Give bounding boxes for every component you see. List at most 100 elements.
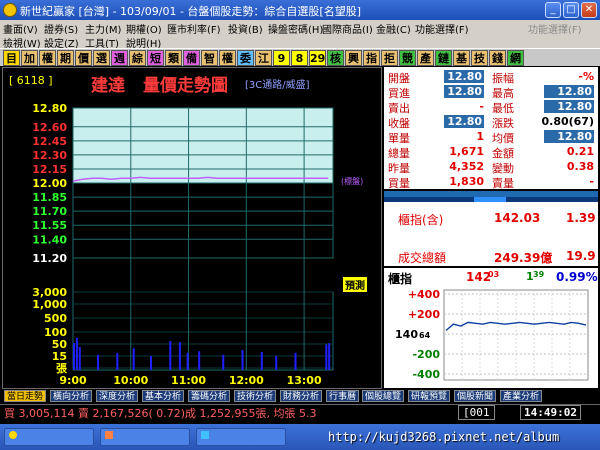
- analysis-tabs: 當日走勢 橫向分析 深度分析 基本分析 籌碼分析 技術分析 財務分析 行事曆 個…: [0, 390, 600, 402]
- tab-horizontal[interactable]: 橫向分析: [50, 390, 93, 402]
- tab-chips[interactable]: 籌碼分析: [188, 390, 231, 402]
- quote-value-sell-vol: -: [589, 175, 594, 188]
- toolbar: 目 加 權 期 價 選 週 綜 短 類 備 智 權 委 江 9 8 29 核 興…: [0, 48, 600, 66]
- toolbar-button-3[interactable]: 期: [57, 50, 74, 66]
- toolbar-button-19[interactable]: 興: [345, 50, 362, 66]
- volume-bar: [198, 351, 201, 370]
- toolbar-button-16[interactable]: 8: [291, 50, 308, 66]
- mini-tick-label: -400: [412, 368, 440, 381]
- price-volume-chart-panel: [ 6118 ] 建達 量價走勢圖 [3C通路/威盛] (標盤) 預測 12.8…: [2, 67, 382, 389]
- quote-value-amplitude: -%: [578, 70, 594, 83]
- index-value: 142.03: [494, 211, 541, 225]
- quote-label-amplitude: 振幅: [492, 72, 514, 85]
- toolbar-button-23[interactable]: 產: [417, 50, 434, 66]
- maximize-button[interactable]: □: [563, 2, 579, 18]
- toolbar-button-22[interactable]: 競: [399, 50, 416, 66]
- mini-center-value-decimals: 64: [419, 331, 431, 340]
- market-ticker: 買 3,005,114 賣 2,167,526( 0.72)成 1,252,95…: [4, 407, 317, 420]
- watermark-url: http://kujd3268.pixnet.net/album: [328, 430, 560, 444]
- mini-tick-label: +400: [408, 288, 441, 301]
- toolbar-button-0[interactable]: 目: [3, 50, 20, 66]
- toolbar-button-24[interactable]: 鏈: [435, 50, 452, 66]
- tab-research[interactable]: 研報預覽: [408, 390, 451, 402]
- tab-industry[interactable]: 產業分析: [500, 390, 543, 402]
- volume-bar: [328, 343, 331, 370]
- quote-value-buy-vol: 1,830: [449, 175, 484, 188]
- toolbar-button-28[interactable]: 網: [507, 50, 524, 66]
- toolbar-button-18[interactable]: 核: [327, 50, 344, 66]
- toolbar-button-12[interactable]: 權: [219, 50, 236, 66]
- tab-depth[interactable]: 深度分析: [96, 390, 139, 402]
- app-logo-icon: [3, 3, 17, 17]
- toolbar-button-14[interactable]: 江: [255, 50, 272, 66]
- toolbar-button-26[interactable]: 技: [471, 50, 488, 66]
- title-bar: 新世紀贏家 [台灣] - 103/09/01 - 台盤個股走勢：綜合自選股[名望…: [0, 0, 600, 20]
- volume-tick-label: 500: [44, 312, 67, 325]
- page-indicator[interactable]: [001: [458, 405, 495, 420]
- toolbar-button-25[interactable]: 基: [453, 50, 470, 66]
- toolbar-button-17[interactable]: 29: [309, 50, 326, 66]
- toolbar-button-15[interactable]: 9: [273, 50, 290, 66]
- volume-bar: [186, 352, 189, 370]
- menu-bar-secondary: 檢視(W) 設定(Z) 工具(T) 說明(H): [0, 34, 600, 50]
- quote-label-high: 最高: [492, 87, 514, 100]
- toolbar-button-6[interactable]: 週: [111, 50, 128, 66]
- quote-label-ask: 賣出: [388, 102, 410, 115]
- index-volume-label: 成交總額: [398, 251, 447, 265]
- toolbar-button-21[interactable]: 拒: [381, 50, 398, 66]
- taskbar-item-2[interactable]: [100, 428, 190, 446]
- price-tick-label: 12.60: [32, 121, 67, 134]
- taskbar-item-1[interactable]: [4, 428, 94, 446]
- quote-label-close: 收盤: [388, 117, 410, 130]
- chart-canvas: 12.80 12.6012.4512.3012.1512.0011.8511.70…: [32, 102, 334, 387]
- quote-label-buy-vol: 買量: [388, 177, 410, 190]
- toolbar-button-5[interactable]: 選: [93, 50, 110, 66]
- tab-financial[interactable]: 財務分析: [280, 390, 323, 402]
- volume-bar: [97, 354, 100, 370]
- volume-bar: [75, 337, 78, 370]
- toolbar-button-20[interactable]: 指: [363, 50, 380, 66]
- toolbar-button-10[interactable]: 備: [183, 50, 200, 66]
- quote-label-avg: 均價: [492, 132, 514, 145]
- quote-label-open: 開盤: [388, 72, 410, 85]
- tab-overview[interactable]: 個股總覽: [362, 390, 405, 402]
- price-tick-label: 12.45: [32, 135, 67, 148]
- toolbar-button-7[interactable]: 綜: [129, 50, 146, 66]
- quote-label-turnover: 變動: [492, 162, 514, 175]
- quote-label-low: 最低: [492, 102, 514, 115]
- volume-bar: [260, 352, 263, 370]
- index-mini-chart: 櫃指 142 03 1 39 0.99% +400 +200 -200 -400 140…: [384, 268, 598, 388]
- tab-fundamental[interactable]: 基本分析: [142, 390, 185, 402]
- toolbar-button-13[interactable]: 委: [237, 50, 254, 66]
- toolbar-button-27[interactable]: 錢: [489, 50, 506, 66]
- tab-technical[interactable]: 技術分析: [234, 390, 277, 402]
- index-label: 櫃指(含): [398, 213, 444, 227]
- mini-chart-canvas: +400 +200 -200 -400 140 64: [395, 288, 589, 381]
- price-tick-label: 11.40: [32, 233, 67, 246]
- tab-intraday[interactable]: 當日走勢: [4, 390, 47, 402]
- quote-value-change: 0.80(67): [541, 115, 594, 128]
- taskbar-item-3[interactable]: [196, 428, 286, 446]
- minimize-button[interactable]: _: [545, 2, 561, 18]
- toolbar-button-11[interactable]: 智: [201, 50, 218, 66]
- tab-calendar[interactable]: 行事曆: [326, 390, 360, 402]
- toolbar-button-1[interactable]: 加: [21, 50, 38, 66]
- toolbar-button-9[interactable]: 類: [165, 50, 182, 66]
- clock: 14:49:02: [520, 405, 581, 420]
- toolbar-button-2[interactable]: 權: [39, 50, 56, 66]
- quote-value-prev-vol: 4,352: [449, 160, 484, 173]
- quote-value-single-vol: 1: [476, 130, 484, 143]
- volume-tick-label: 1,000: [32, 298, 67, 311]
- toolbar-button-4[interactable]: 價: [75, 50, 92, 66]
- window-title: 新世紀贏家 [台灣] - 103/09/01 - 台盤個股走勢：綜合自選股[名望…: [20, 5, 361, 18]
- volume-bar: [169, 340, 172, 370]
- toolbar-button-8[interactable]: 短: [147, 50, 164, 66]
- mini-center-value: 140: [395, 328, 418, 341]
- mini-tick-label: -200: [412, 348, 440, 361]
- price-tick-label: 11.85: [32, 191, 67, 204]
- taskbar-app-icon: [201, 431, 209, 439]
- volume-bar: [116, 352, 119, 370]
- close-button[interactable]: ✕: [581, 2, 597, 18]
- tab-news[interactable]: 個股新聞: [454, 390, 497, 402]
- price-tick-label: 12.30: [32, 149, 67, 162]
